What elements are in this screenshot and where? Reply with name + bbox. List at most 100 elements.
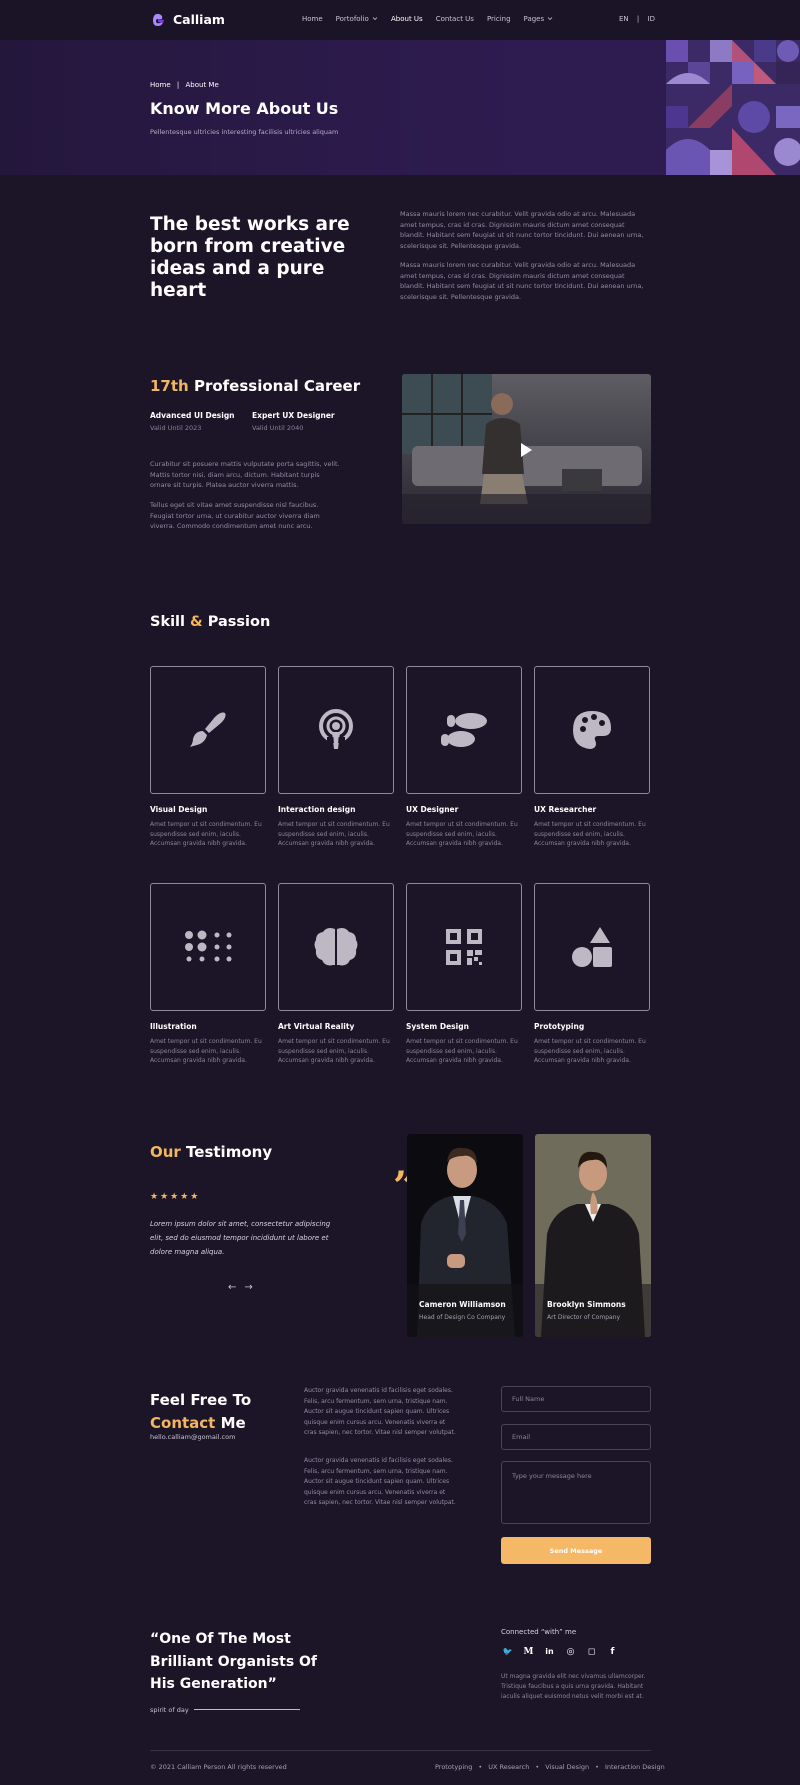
podcast-icon — [319, 709, 353, 749]
nav-item-pricing[interactable]: Pricing — [487, 15, 511, 23]
skill-card-interaction-design[interactable] — [278, 666, 394, 794]
nav-item-pages[interactable]: Pages — [524, 15, 554, 23]
footer-links: Prototyping • UX Research • Visual Desig… — [435, 1763, 665, 1771]
contact-paragraph-2: Auctor gravida venenatis id facilisis eg… — [304, 1457, 456, 1506]
skill-desc-illustration: Amet tempor ut sit condimentum. Eu suspe… — [150, 1038, 262, 1064]
social-links: 🐦 M in ◎ ◻ f — [501, 1647, 619, 1657]
skill-label-prototyping: Prototyping — [534, 1022, 585, 1031]
testimony-person-2-role: Art Director of Company — [547, 1314, 621, 1321]
nav-item-home[interactable]: Home — [302, 15, 323, 23]
certification-2-valid: Valid Until 2040 — [252, 424, 304, 432]
skill-desc-visual-design: Amet tempor ut sit condimentum. Eu suspe… — [150, 821, 262, 847]
breadcrumb-home[interactable]: Home — [150, 81, 171, 89]
intro-paragraph-2: Massa mauris lorem nec curabitur. Velit … — [400, 261, 644, 301]
footer-link-interaction-design[interactable]: Interaction Design — [605, 1763, 665, 1771]
certification-1-title: Advanced UI Design — [150, 411, 235, 420]
skill-desc-art-virtual-reality: Amet tempor ut sit condimentum. Eu suspe… — [278, 1038, 390, 1064]
contact-paragraph-1: Auctor gravida venenatis id facilisis eg… — [304, 1387, 456, 1436]
skill-desc-prototyping: Amet tempor ut sit condimentum. Eu suspe… — [534, 1038, 646, 1064]
skill-card-ux-designer[interactable] — [406, 666, 522, 794]
skill-desc-ux-researcher: Amet tempor ut sit condimentum. Eu suspe… — [534, 821, 646, 847]
facebook-icon[interactable]: f — [606, 1647, 619, 1657]
footer-quote-underline — [194, 1709, 300, 1710]
twitter-icon[interactable]: 🐦 — [501, 1647, 514, 1657]
intro-heading: The best works are born from creative id… — [150, 214, 350, 301]
brand-logo[interactable]: Calliam — [150, 11, 225, 27]
testimony-pager: ← → — [228, 1282, 253, 1293]
nav-item-portofolio-label: Portofolio — [335, 15, 369, 23]
linkedin-icon[interactable]: in — [543, 1647, 556, 1657]
contact-email[interactable]: hello.calliam@gomail.com — [150, 1433, 235, 1441]
nav-item-pages-label: Pages — [523, 15, 545, 23]
footer-description: Ut magna gravida elit nec vivamus ullamc… — [501, 1673, 646, 1700]
skill-card-ux-researcher[interactable] — [534, 666, 650, 794]
footer-link-separator: • — [478, 1763, 483, 1771]
brand-name: Calliam — [173, 11, 225, 27]
full-name-field[interactable]: Full Name — [501, 1386, 651, 1412]
testimony-card-1[interactable]: Cameron Williamson Head of Design Co Com… — [407, 1134, 523, 1337]
career-video[interactable] — [402, 374, 651, 524]
footprints-icon — [441, 713, 487, 747]
skill-card-prototyping[interactable] — [534, 883, 650, 1011]
skill-card-system-design[interactable] — [406, 883, 522, 1011]
message-field[interactable]: Type your message here — [501, 1461, 651, 1524]
calliam-logo-icon — [153, 13, 164, 26]
lang-id[interactable]: ID — [648, 15, 655, 23]
email-field[interactable]: Email — [501, 1424, 651, 1450]
testimony-person-1-role: Head of Design Co Company — [419, 1314, 506, 1321]
geometric-pattern-decoration — [666, 40, 800, 175]
contact-heading: Feel Free To Contact Me — [150, 1389, 251, 1435]
skill-card-art-virtual-reality[interactable] — [278, 883, 394, 1011]
skill-label-illustration: Illustration — [150, 1022, 197, 1031]
arrow-right-icon[interactable]: → — [244, 1282, 252, 1293]
page-subtitle: Pellentesque ultricies interesting facil… — [150, 128, 339, 136]
play-icon[interactable] — [518, 442, 534, 458]
footer-link-ux-research[interactable]: UX Research — [488, 1763, 529, 1771]
testimony-heading-rest: Testimony — [180, 1143, 273, 1161]
certification-2: Expert UX Designer Valid Until 2040 — [252, 411, 335, 432]
skill-label-system-design: System Design — [406, 1022, 469, 1031]
testimony-heading: Our Testimony — [150, 1143, 272, 1161]
arrow-left-icon[interactable]: ← — [228, 1282, 236, 1293]
footer-quote: “One Of The Most Brilliant Organists Of … — [150, 1631, 318, 1692]
connected-heading: Connected “with” me — [501, 1628, 577, 1636]
certification-2-title: Expert UX Designer — [252, 411, 335, 420]
brush-icon — [190, 712, 226, 747]
testimony-person-1-name: Cameron Williamson — [419, 1300, 506, 1309]
nav-item-contact-us[interactable]: Contact Us — [436, 15, 474, 23]
footer-link-prototyping[interactable]: Prototyping — [435, 1763, 472, 1771]
nav-item-about-us[interactable]: About Us — [391, 15, 423, 23]
contact-heading-accent: Contact — [150, 1414, 216, 1432]
skills-heading: Skill & Passion — [150, 614, 270, 630]
footer-quote-source: spirit of day — [150, 1706, 189, 1714]
page-title: Know More About Us — [150, 99, 339, 118]
skill-label-ux-designer: UX Designer — [406, 805, 459, 814]
testimony-person-2-name: Brooklyn Simmons — [547, 1300, 626, 1309]
skill-card-visual-design[interactable] — [150, 666, 266, 794]
career-heading: 17th Professional Career — [150, 377, 360, 395]
nav-menu: Home Portofolio About Us Contact Us Pric… — [302, 15, 553, 23]
skills-heading-amp: & — [185, 614, 208, 630]
nav-item-portofolio[interactable]: Portofolio — [336, 15, 378, 23]
send-message-button[interactable]: Send Message — [501, 1537, 651, 1564]
career-paragraph-1: Curabitur sit posuere mattis vulputate p… — [150, 460, 340, 489]
testimony-quote: Lorem ipsum dolor sit amet, consectetur … — [150, 1220, 331, 1256]
lang-en[interactable]: EN — [619, 15, 629, 23]
medium-icon[interactable]: M — [522, 1647, 535, 1657]
palette-icon — [573, 711, 611, 749]
testimony-card-2[interactable]: Brooklyn Simmons Art Director of Company — [535, 1134, 651, 1337]
dribbble-icon[interactable]: ◎ — [564, 1647, 577, 1657]
qr-code-icon — [446, 929, 482, 965]
footer-link-separator: • — [535, 1763, 540, 1771]
footer-link-separator: • — [595, 1763, 599, 1771]
footer-divider — [150, 1750, 651, 1751]
career-paragraph-2: Tellus eget sit vitae amet suspendisse n… — [150, 501, 320, 530]
instagram-icon[interactable]: ◻ — [585, 1647, 598, 1657]
footer-link-visual-design[interactable]: Visual Design — [545, 1763, 589, 1771]
contact-heading-line-1: Feel Free To — [150, 1391, 252, 1409]
rating-stars: ★★★★★ — [150, 1192, 201, 1202]
dots-grid-icon — [185, 930, 232, 962]
skills-heading-b: Passion — [207, 614, 271, 630]
breadcrumb: Home | About Me — [150, 81, 219, 89]
skill-card-illustration[interactable] — [150, 883, 266, 1011]
